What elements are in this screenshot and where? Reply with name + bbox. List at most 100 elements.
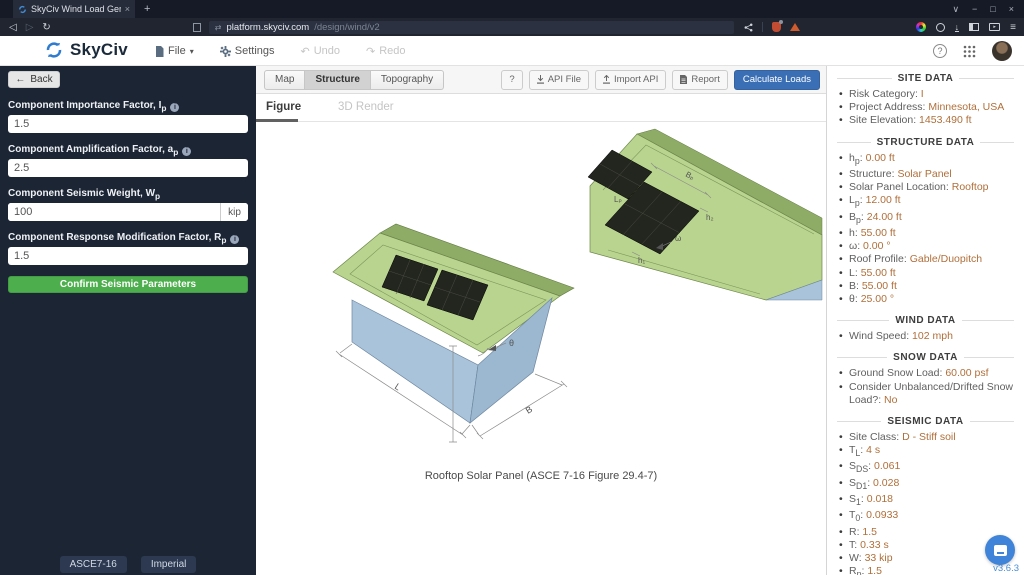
browser-navbar: ◁ ▷ ↻ ⇄ platform.skyciv.com/design/wind/… (0, 18, 1024, 36)
confirm-seismic-button[interactable]: Confirm Seismic Parameters (8, 276, 248, 293)
units-chip[interactable]: Imperial (141, 556, 197, 573)
house-drawing: L B θ (333, 224, 574, 442)
window-close-icon[interactable]: × (1009, 4, 1014, 14)
site-info-icon[interactable]: ⇄ (215, 23, 222, 32)
data-item: Site Class: D - Stiff soil (837, 431, 1014, 444)
data-item: hp: 0.00 ft (837, 152, 1014, 168)
chevron-down-icon: ▾ (190, 47, 194, 56)
section-title: STRUCTURE DATA (837, 137, 1014, 148)
import-api-button[interactable]: Import API (595, 70, 666, 90)
data-item: L: 55.00 ft (837, 267, 1014, 280)
window-restore-icon[interactable]: □ (990, 4, 995, 14)
design-code-chip[interactable]: ASCE7-16 (60, 556, 127, 573)
skyciv-favicon (18, 5, 27, 14)
response-mod-input[interactable] (8, 247, 248, 265)
data-item: θ: 25.00 ° (837, 293, 1014, 306)
dim-label-L: L (393, 381, 403, 392)
menu-file[interactable]: File ▾ (155, 45, 194, 57)
amplification-factor-input[interactable] (8, 159, 248, 177)
section-title: WIND DATA (837, 315, 1014, 326)
main-toolbar: Map Structure Topography ? API File Impo… (256, 66, 826, 94)
triangle-extension-icon[interactable] (790, 23, 800, 31)
screen: SkyCiv Wind Load Generat × + ∨ − □ × ◁ ▷… (0, 0, 1024, 575)
dim-label-theta: θ (509, 338, 514, 348)
window-menu-icon[interactable]: ∨ (952, 4, 959, 15)
back-icon[interactable]: ◁ (9, 22, 17, 33)
data-item: S1: 0.018 (837, 493, 1014, 509)
report-file-icon (680, 75, 687, 84)
data-item: Wind Speed: 102 mph (837, 330, 1014, 343)
window-minimize-icon[interactable]: − (972, 4, 977, 14)
importance-factor-input[interactable] (8, 115, 248, 133)
unit-label: kip (220, 203, 248, 221)
data-item: Lp: 12.00 ft (837, 194, 1014, 210)
api-file-button[interactable]: API File (529, 70, 589, 90)
upload-icon (603, 75, 610, 84)
figure-canvas: L B θ (256, 122, 826, 490)
seismic-weight-input[interactable] (8, 203, 220, 221)
menu-undo[interactable]: ↶ Undo (301, 45, 341, 58)
field-label-amplification: Component Amplification Factor, api (8, 144, 248, 158)
divider (762, 22, 763, 32)
share-icon[interactable] (744, 23, 753, 32)
calculate-loads-button[interactable]: Calculate Loads (734, 70, 820, 90)
reload-icon[interactable]: ↻ (42, 22, 50, 33)
apps-grid-icon[interactable] (963, 45, 976, 58)
bookmark-icon[interactable] (193, 23, 201, 32)
shield-extension-icon[interactable] (772, 22, 781, 32)
info-icon[interactable]: i (170, 103, 179, 112)
back-button[interactable]: ← Back (8, 71, 60, 88)
tab-figure[interactable]: Figure (266, 101, 301, 113)
data-item: Ground Snow Load: 60.00 psf (837, 367, 1014, 380)
skyciv-logo[interactable]: SkyCiv (44, 40, 128, 60)
browser-titlebar: SkyCiv Wind Load Generat × + ∨ − □ × (0, 0, 1024, 18)
right-panel-sections: SITE DATARisk Category: IProject Address… (837, 73, 1014, 575)
skyciv-logo-icon (44, 40, 64, 60)
download-icon (537, 75, 544, 84)
data-item: Roof Profile: Gable/Duopitch (837, 253, 1014, 266)
downloads-icon[interactable]: ↓ (955, 23, 960, 32)
tab-close-icon[interactable]: × (125, 4, 130, 14)
roof-detail-drawing: Bₚ Lₚ h₂ ω h₁ (588, 129, 822, 300)
chat-bubble-button[interactable] (985, 535, 1015, 565)
response-mod-field (8, 247, 248, 265)
info-icon[interactable]: i (182, 147, 191, 156)
help-icon[interactable]: ? (933, 44, 947, 58)
address-bar[interactable]: ⇄ platform.skyciv.com/design/wind/v2 (209, 21, 734, 34)
side-panel-icon[interactable] (969, 23, 979, 31)
menu-settings[interactable]: Settings (220, 45, 275, 57)
data-item: Project Address: Minnesota, USA (837, 101, 1014, 114)
tab-3d-render[interactable]: 3D Render (338, 101, 394, 113)
video-popout-icon[interactable]: ▸ (989, 23, 1000, 31)
data-item: Bp: 24.00 ft (837, 211, 1014, 227)
gear-icon (220, 46, 231, 57)
report-button[interactable]: Report (672, 70, 728, 90)
menu-redo[interactable]: ↷ Redo (366, 45, 406, 58)
browser-tab[interactable]: SkyCiv Wind Load Generat × (13, 0, 135, 18)
main-area: Map Structure Topography ? API File Impo… (256, 66, 826, 575)
info-icon[interactable]: i (230, 235, 239, 244)
seismic-weight-field: kip (8, 203, 248, 221)
color-wheel-icon[interactable] (916, 22, 926, 32)
avatar[interactable] (992, 41, 1012, 61)
browser-menu-icon[interactable]: ≡ (1010, 22, 1016, 33)
file-icon (155, 46, 164, 57)
figure-tabs: Figure 3D Render (256, 94, 826, 122)
new-tab-icon[interactable]: + (144, 0, 150, 18)
browser-chat-icon[interactable] (936, 23, 945, 32)
section-title: SEISMIC DATA (837, 416, 1014, 427)
data-item: Consider Unbalanced/Drifted Snow Load?: … (837, 381, 1014, 407)
section-items: Wind Speed: 102 mph (837, 330, 1014, 343)
field-label-response-mod: Component Response Modification Factor, … (8, 232, 248, 246)
tab-map[interactable]: Map (264, 70, 305, 90)
data-item: R: 1.5 (837, 526, 1014, 539)
amplification-factor-field (8, 159, 248, 177)
field-label-seismic-weight: Component Seismic Weight, Wp (8, 188, 248, 202)
toolbar-help-button[interactable]: ? (501, 70, 522, 90)
tab-structure[interactable]: Structure (305, 70, 370, 90)
data-item: B: 55.00 ft (837, 280, 1014, 293)
tab-topography[interactable]: Topography (371, 70, 444, 90)
section-title: SITE DATA (837, 73, 1014, 84)
forward-icon[interactable]: ▷ (26, 22, 34, 33)
section-items: Ground Snow Load: 60.00 psfConsider Unba… (837, 367, 1014, 407)
